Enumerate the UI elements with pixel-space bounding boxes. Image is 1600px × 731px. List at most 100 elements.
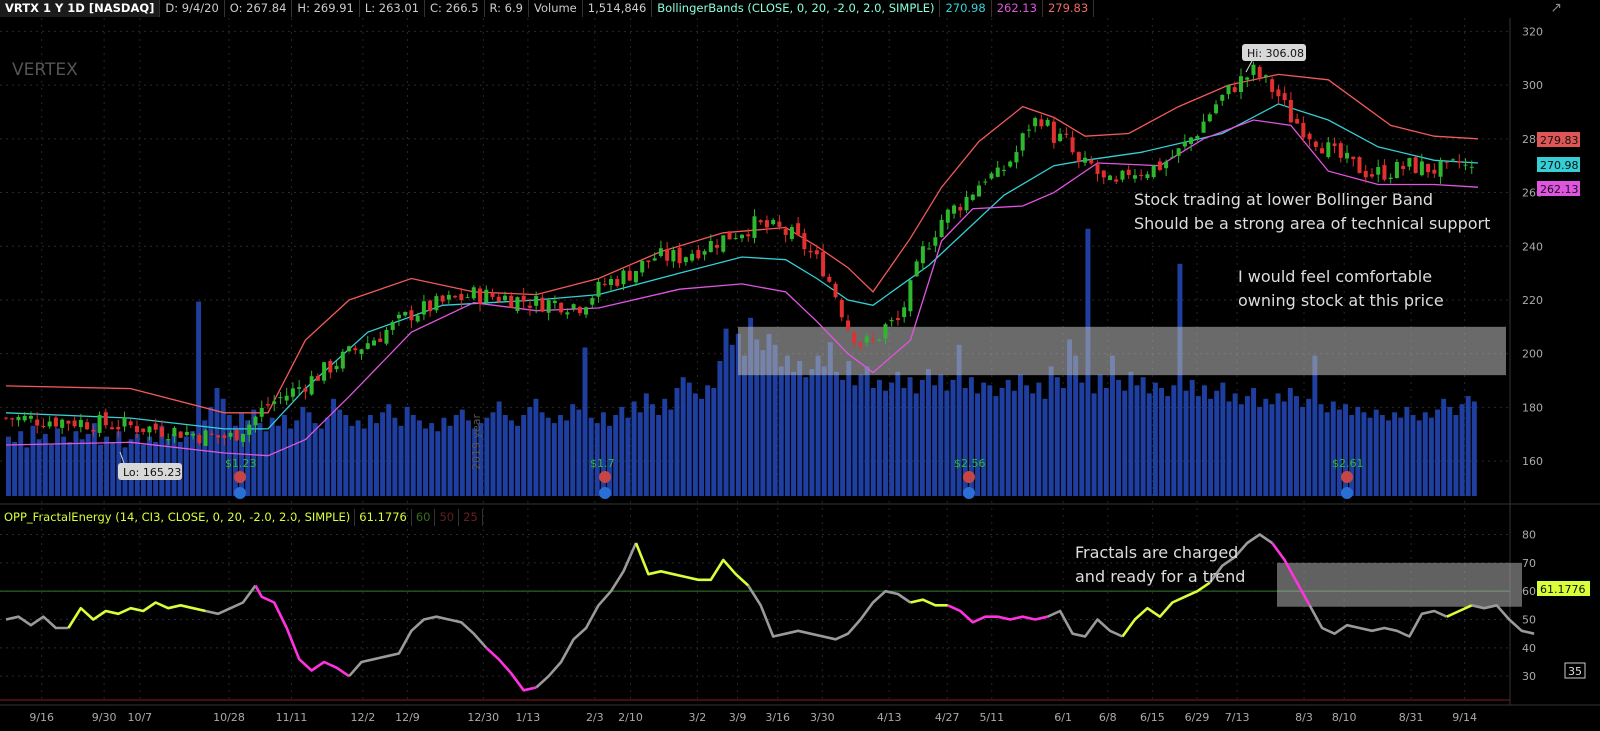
volume-bar bbox=[42, 433, 48, 496]
volume-bar bbox=[1361, 412, 1367, 496]
volume-bar bbox=[367, 415, 373, 496]
volume-bar bbox=[196, 301, 202, 496]
volume-bar bbox=[275, 425, 281, 496]
volume-bar bbox=[1024, 385, 1030, 496]
candle-body bbox=[265, 404, 270, 406]
candle-body bbox=[85, 422, 90, 430]
volume-bar bbox=[190, 431, 195, 496]
time-tick-label: 3/2 bbox=[689, 711, 707, 724]
candle-body bbox=[153, 423, 158, 430]
candle-body bbox=[590, 298, 595, 305]
time-tick-label: 12/30 bbox=[467, 711, 499, 724]
candle-body bbox=[209, 433, 214, 435]
volume-bar bbox=[625, 417, 631, 496]
volume-bar bbox=[1232, 393, 1238, 496]
candle-body bbox=[1301, 122, 1306, 138]
candle-body bbox=[540, 297, 545, 312]
candle-body bbox=[839, 299, 844, 318]
earnings-icon bbox=[599, 471, 611, 483]
candle-body bbox=[658, 248, 663, 256]
fe-segment-charged bbox=[1446, 604, 1473, 618]
volume-bar bbox=[355, 420, 361, 496]
price-tick-label: 300 bbox=[1522, 79, 1543, 92]
volume-bar bbox=[999, 388, 1005, 496]
fe-segment-charged bbox=[67, 601, 206, 629]
time-tick-label: 4/27 bbox=[935, 711, 960, 724]
volume-bar bbox=[1042, 398, 1048, 496]
candle-body bbox=[846, 320, 851, 330]
volume-bar bbox=[1054, 377, 1060, 496]
candle-body bbox=[1089, 159, 1094, 164]
volume-bar bbox=[889, 382, 895, 496]
candle-body bbox=[10, 418, 15, 420]
dividend-icon bbox=[963, 487, 975, 499]
candle-body bbox=[746, 234, 751, 237]
candle-body bbox=[1020, 133, 1025, 151]
price-chart[interactable]: 1601802002202402602803003203040506070809… bbox=[0, 0, 1600, 731]
volume-bar bbox=[1128, 371, 1134, 496]
fe-segment-trend bbox=[254, 584, 350, 678]
candle-body bbox=[1076, 152, 1081, 162]
volume-bar bbox=[1379, 415, 1385, 496]
volume-bar bbox=[380, 412, 386, 496]
candle-body bbox=[808, 250, 813, 253]
volume-bar bbox=[1355, 406, 1361, 496]
time-tick-label: 12/2 bbox=[350, 711, 375, 724]
candle-body bbox=[434, 296, 439, 311]
volume-bar bbox=[24, 447, 30, 496]
candle-body bbox=[1263, 75, 1268, 77]
volume-bar bbox=[564, 420, 570, 496]
volume-bar bbox=[637, 412, 643, 496]
fe-note-line-1: Fractals are charged bbox=[1075, 543, 1238, 562]
candle-body bbox=[814, 250, 819, 255]
fe-segment-charged bbox=[910, 598, 948, 607]
fe-segment-trend bbox=[485, 646, 537, 692]
candle-body bbox=[646, 260, 651, 263]
volume-bar bbox=[1171, 385, 1177, 496]
candle-body bbox=[609, 279, 614, 286]
volume-bar bbox=[214, 388, 220, 496]
volume-bar bbox=[643, 393, 649, 496]
volume-bar bbox=[61, 436, 67, 496]
candle-body bbox=[1407, 158, 1412, 167]
volume-bar bbox=[981, 382, 987, 496]
candle-body bbox=[571, 304, 576, 309]
candle-body bbox=[995, 167, 1000, 177]
candle-body bbox=[783, 228, 788, 235]
volume-bar bbox=[312, 423, 318, 496]
candle-body bbox=[920, 246, 925, 264]
candle-body bbox=[952, 205, 957, 214]
volume-bar bbox=[496, 401, 502, 496]
candle-body bbox=[1295, 118, 1300, 124]
candle-body bbox=[1033, 118, 1038, 127]
time-tick-label: 9/14 bbox=[1452, 711, 1477, 724]
candle-body bbox=[1307, 133, 1312, 140]
candle-body bbox=[1039, 119, 1044, 127]
candle-body bbox=[1151, 165, 1156, 178]
time-tick-label: 6/29 bbox=[1185, 711, 1210, 724]
volume-bar bbox=[1367, 417, 1373, 496]
volume-bar bbox=[705, 385, 711, 496]
candle-body bbox=[764, 220, 769, 228]
volume-bar bbox=[521, 415, 527, 496]
candle-body bbox=[1351, 156, 1356, 160]
candle-body bbox=[1108, 175, 1112, 181]
tag-upper: 279.83 bbox=[1540, 134, 1579, 147]
candle-body bbox=[1201, 121, 1206, 133]
candle-body bbox=[1207, 114, 1212, 122]
volume-bar bbox=[447, 425, 453, 496]
candle-body bbox=[1413, 157, 1418, 174]
volume-bar bbox=[484, 417, 490, 496]
candle-body bbox=[983, 181, 988, 183]
candle-body bbox=[1288, 99, 1293, 123]
volume-bar bbox=[441, 417, 447, 496]
candle-body bbox=[933, 237, 938, 246]
dividend-icon bbox=[1341, 487, 1353, 499]
candle-body bbox=[253, 416, 258, 426]
volume-bar bbox=[515, 425, 520, 496]
volume-bar bbox=[680, 377, 686, 496]
dividend-label: $1.7 bbox=[590, 457, 615, 470]
volume-bar bbox=[926, 369, 931, 496]
volume-bar bbox=[1251, 388, 1256, 496]
candle-body bbox=[428, 300, 433, 312]
